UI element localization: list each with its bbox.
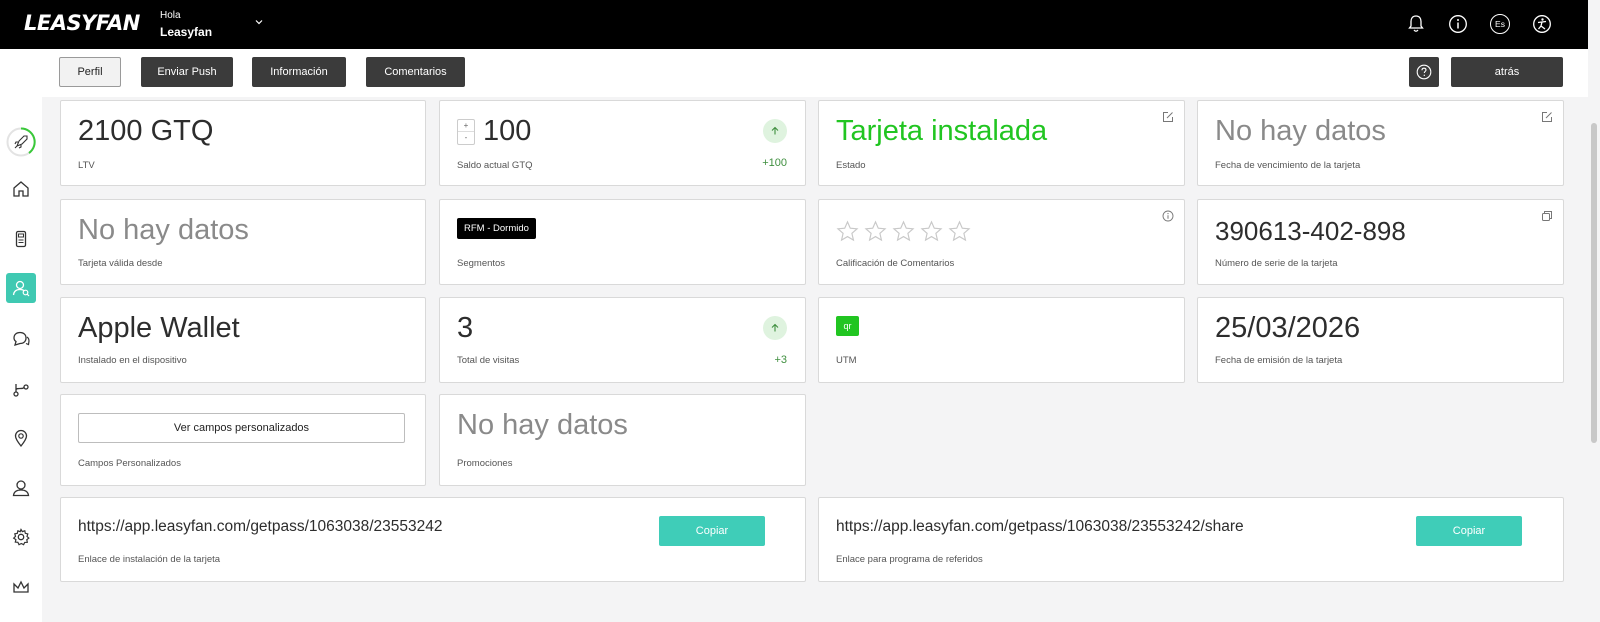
valida-desde-value: No hay datos (78, 214, 249, 246)
visitas-value: 3 (457, 312, 474, 344)
calificacion-card: Calificación de Comentarios (818, 199, 1185, 285)
instalado-value: Apple Wallet (78, 312, 240, 344)
user-name: Leasyfan (160, 25, 213, 39)
greeting-text: Hola (160, 10, 181, 21)
tab-informacion[interactable]: Información (252, 57, 346, 87)
home-icon[interactable] (9, 177, 33, 201)
app-logo[interactable]: LEASYFAN (24, 11, 140, 35)
stepper-decrement[interactable]: - (458, 132, 474, 144)
install-link-label: Enlace de instalación de la tarjeta (78, 554, 221, 565)
visitas-delta: +3 (774, 354, 787, 366)
help-icon (1416, 64, 1432, 80)
arrow-up-icon (763, 119, 787, 143)
language-selector[interactable]: Es (1490, 14, 1510, 34)
tab-comentarios[interactable]: Comentarios (366, 57, 465, 87)
balance-stepper[interactable]: + - (457, 119, 475, 145)
clients-icon[interactable] (6, 273, 36, 303)
ver-campos-button[interactable]: Ver campos personalizados (78, 413, 405, 443)
valida-desde-card: No hay datos Tarjeta válida desde (60, 199, 426, 285)
user-icon[interactable] (9, 476, 33, 500)
referral-link-label: Enlace para programa de referidos (836, 554, 983, 565)
saldo-delta: +100 (762, 157, 787, 169)
progress-rocket-icon[interactable] (5, 126, 37, 158)
stepper-increment[interactable]: + (458, 120, 474, 132)
edit-icon[interactable] (1162, 111, 1174, 123)
tab-enviar-push[interactable]: Enviar Push (141, 57, 233, 87)
info-icon[interactable] (1448, 14, 1468, 34)
visitas-card: 3 Total de visitas +3 (439, 297, 806, 383)
ltv-label: LTV (78, 160, 95, 171)
instalado-card: Apple Wallet Instalado en el dispositivo (60, 297, 426, 383)
serie-card: 390613-402-898 Número de serie de la tar… (1197, 199, 1564, 285)
ltv-card: 2100 GTQ LTV (60, 100, 426, 186)
promociones-label: Promociones (457, 458, 513, 469)
profile-toolbar: Perfil Enviar Push Información Comentari… (42, 49, 1588, 97)
ltv-value: 2100 GTQ (78, 115, 214, 147)
accessibility-icon[interactable] (1532, 14, 1552, 34)
serie-value: 390613-402-898 (1215, 216, 1406, 246)
instalado-label: Instalado en el dispositivo (78, 355, 187, 366)
copy-icon[interactable] (1541, 210, 1553, 222)
calificacion-label: Calificación de Comentarios (836, 258, 955, 269)
help-button[interactable] (1409, 57, 1439, 87)
estado-value: Tarjeta instalada (836, 115, 1048, 147)
info-icon[interactable] (1162, 210, 1174, 222)
utm-card: qr UTM (818, 297, 1185, 383)
enlace-instalacion-card: https://app.leasyfan.com/getpass/1063038… (60, 497, 806, 582)
segmentos-card: RFM - Dormido Segmentos (439, 199, 806, 285)
campos-card: Ver campos personalizados Campos Persona… (60, 394, 426, 486)
promociones-value: No hay datos (457, 409, 628, 441)
emision-card: 25/03/2026 Fecha de emisión de la tarjet… (1197, 297, 1564, 383)
star-icon (864, 220, 887, 242)
vencimiento-label: Fecha de vencimiento de la tarjeta (1215, 160, 1361, 171)
gear-icon[interactable] (9, 525, 33, 549)
top-bar: LEASYFAN Hola Leasyfan Es (0, 0, 1588, 49)
scrollbar-thumb[interactable] (1591, 123, 1597, 443)
user-greeting[interactable]: Hola Leasyfan (160, 10, 212, 39)
install-link-url[interactable]: https://app.leasyfan.com/getpass/1063038… (78, 518, 443, 536)
saldo-label: Saldo actual GTQ (457, 160, 533, 171)
promociones-card: No hay datos Promociones (439, 394, 806, 486)
pos-device-icon[interactable] (9, 227, 33, 251)
vencimiento-card: No hay datos Fecha de vencimiento de la … (1197, 100, 1564, 186)
valida-desde-label: Tarjeta válida desde (78, 258, 163, 269)
tab-perfil[interactable]: Perfil (59, 57, 121, 87)
bell-icon[interactable] (1406, 14, 1426, 34)
referral-link-url[interactable]: https://app.leasyfan.com/getpass/1063038… (836, 518, 1244, 536)
vencimiento-value: No hay datos (1215, 115, 1386, 147)
chat-icon[interactable] (9, 327, 33, 351)
star-icon (920, 220, 943, 242)
emision-label: Fecha de emisión de la tarjeta (1215, 355, 1343, 366)
copy-install-link-button[interactable]: Copiar (659, 516, 765, 546)
rating-stars (836, 220, 971, 243)
enlace-referidos-card: https://app.leasyfan.com/getpass/1063038… (818, 497, 1564, 582)
utm-badge: qr (836, 316, 859, 336)
crown-icon[interactable] (9, 575, 33, 599)
chevron-down-icon[interactable] (254, 17, 264, 27)
star-icon (948, 220, 971, 242)
serie-label: Número de serie de la tarjeta (1215, 258, 1338, 269)
scrollbar[interactable] (1588, 0, 1600, 622)
flow-icon[interactable] (9, 377, 33, 401)
segment-badge[interactable]: RFM - Dormido (457, 218, 536, 239)
back-button[interactable]: atrás (1451, 57, 1563, 87)
estado-label: Estado (836, 160, 866, 171)
segmentos-label: Segmentos (457, 258, 506, 269)
sidebar (0, 49, 42, 622)
location-pin-icon[interactable] (9, 426, 33, 450)
edit-icon[interactable] (1541, 111, 1553, 123)
campos-label: Campos Personalizados (78, 458, 181, 469)
saldo-value: 100 (483, 115, 532, 147)
visitas-label: Total de visitas (457, 355, 520, 366)
utm-label: UTM (836, 355, 857, 366)
saldo-card: + - 100 Saldo actual GTQ +100 (439, 100, 806, 186)
copy-referral-link-button[interactable]: Copiar (1416, 516, 1522, 546)
emision-value: 25/03/2026 (1215, 312, 1361, 344)
star-icon (892, 220, 915, 242)
arrow-up-icon (763, 316, 787, 340)
star-icon (836, 220, 859, 242)
estado-card: Tarjeta instalada Estado (818, 100, 1185, 186)
